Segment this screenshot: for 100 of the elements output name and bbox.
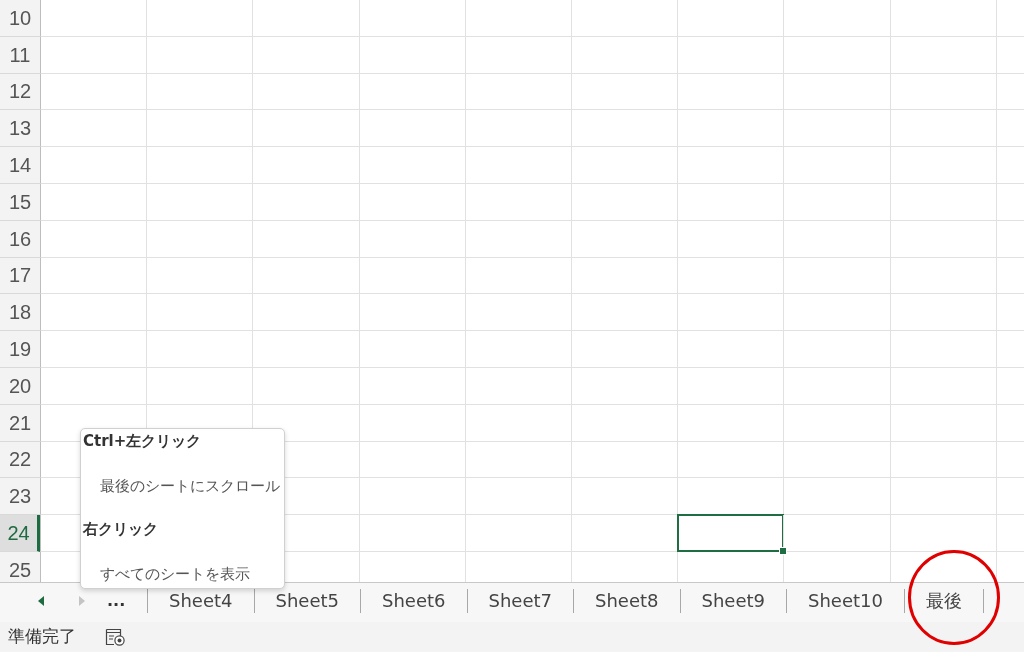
grid-cell[interactable] [358,220,465,258]
grid-cell[interactable] [783,331,890,368]
sheet-tab[interactable]: Sheet6 [361,588,467,613]
grid-cell[interactable] [889,36,996,74]
grid-cell[interactable] [783,184,890,221]
grid-cell[interactable] [889,404,996,442]
grid-cell[interactable] [358,515,465,552]
grid-cell[interactable] [783,73,890,111]
grid-cell[interactable] [146,73,253,111]
grid-cell[interactable] [358,0,465,37]
row-header[interactable]: 22 [0,441,40,479]
grid-cell[interactable] [889,73,996,111]
sheet-tab[interactable]: 最後 [904,588,983,613]
active-cell[interactable] [677,514,785,552]
grid-cell[interactable] [40,110,147,148]
more-sheets-button[interactable]: ... [105,589,128,612]
grid-cell[interactable] [570,294,678,332]
grid-cell[interactable] [464,478,571,516]
fill-handle[interactable] [779,546,788,555]
grid-cell[interactable] [252,331,359,368]
grid-cell[interactable] [358,331,465,368]
grid-cell[interactable] [677,36,784,74]
grid-cell[interactable] [464,404,571,442]
grid-cell[interactable] [40,331,147,368]
row-header[interactable]: 19 [0,331,40,368]
grid-cell[interactable] [783,257,890,295]
grid-cell[interactable] [783,478,890,516]
grid-cell[interactable] [889,147,996,184]
grid-cell[interactable] [570,367,678,405]
row-header[interactable]: 12 [0,73,40,111]
grid-cell[interactable] [358,441,465,479]
row-header[interactable]: 25 [0,551,40,582]
grid-cell[interactable] [40,367,147,405]
grid-cell[interactable] [570,441,678,479]
row-header[interactable]: 13 [0,110,40,148]
grid-cell[interactable] [783,220,890,258]
grid-cell[interactable] [146,220,253,258]
grid-cell[interactable] [783,367,890,405]
grid-cell[interactable] [464,257,571,295]
grid-cell[interactable] [783,0,890,37]
grid-cell[interactable] [570,220,678,258]
grid-cell[interactable] [146,0,253,37]
grid-cell[interactable] [464,147,571,184]
row-header[interactable]: 10 [0,0,40,37]
grid-cell[interactable] [40,294,147,332]
grid-cell[interactable] [146,110,253,148]
grid-cell[interactable] [570,73,678,111]
grid-cell[interactable] [677,0,784,37]
grid-cell[interactable] [783,36,890,74]
grid-cell[interactable] [358,294,465,332]
grid-cell[interactable] [889,220,996,258]
grid-cell[interactable] [464,36,571,74]
grid-cell[interactable] [783,110,890,148]
sheet-tab[interactable]: Sheet4 [148,588,254,613]
grid-cell[interactable] [146,257,253,295]
grid-cell[interactable] [889,478,996,516]
grid-cell[interactable] [358,110,465,148]
grid-cell[interactable] [252,36,359,74]
grid-cell[interactable] [570,0,678,37]
sheet-tab[interactable]: Sheet7 [467,588,573,613]
sheet-tab[interactable]: Sheet9 [680,588,786,613]
grid-cell[interactable] [783,147,890,184]
grid-cell[interactable] [889,441,996,479]
row-header[interactable]: 15 [0,184,40,221]
grid-cell[interactable] [677,110,784,148]
grid-cell[interactable] [570,404,678,442]
sheet-tab[interactable]: Sheet8 [574,588,680,613]
grid-cell[interactable] [40,36,147,74]
grid-cell[interactable] [889,110,996,148]
row-header[interactable]: 21 [0,404,40,442]
grid-cell[interactable] [252,184,359,221]
grid-cell[interactable] [783,441,890,479]
grid-cell[interactable] [40,147,147,184]
grid-cell[interactable] [358,184,465,221]
grid-cell[interactable] [146,184,253,221]
grid-cell[interactable] [570,257,678,295]
grid-cell[interactable] [252,367,359,405]
grid-cell[interactable] [252,110,359,148]
grid-cell[interactable] [464,110,571,148]
grid-cell[interactable] [677,73,784,111]
sheet-circle-icon[interactable] [105,628,125,646]
grid-cell[interactable] [40,73,147,111]
grid-cell[interactable] [570,147,678,184]
grid-cell[interactable] [40,184,147,221]
grid-cell[interactable] [464,515,571,552]
grid-cell[interactable] [146,331,253,368]
grid-cell[interactable] [464,220,571,258]
grid-cell[interactable] [358,478,465,516]
grid-cell[interactable] [358,367,465,405]
grid-cell[interactable] [889,257,996,295]
grid-cell[interactable] [783,404,890,442]
grid-cell[interactable] [570,478,678,516]
grid-cell[interactable] [40,257,147,295]
grid-cell[interactable] [783,294,890,332]
grid-cell[interactable] [677,220,784,258]
grid-cell[interactable] [570,110,678,148]
grid-cell[interactable] [677,147,784,184]
grid-cell[interactable] [570,331,678,368]
grid-cell[interactable] [677,367,784,405]
grid-cell[interactable] [889,184,996,221]
